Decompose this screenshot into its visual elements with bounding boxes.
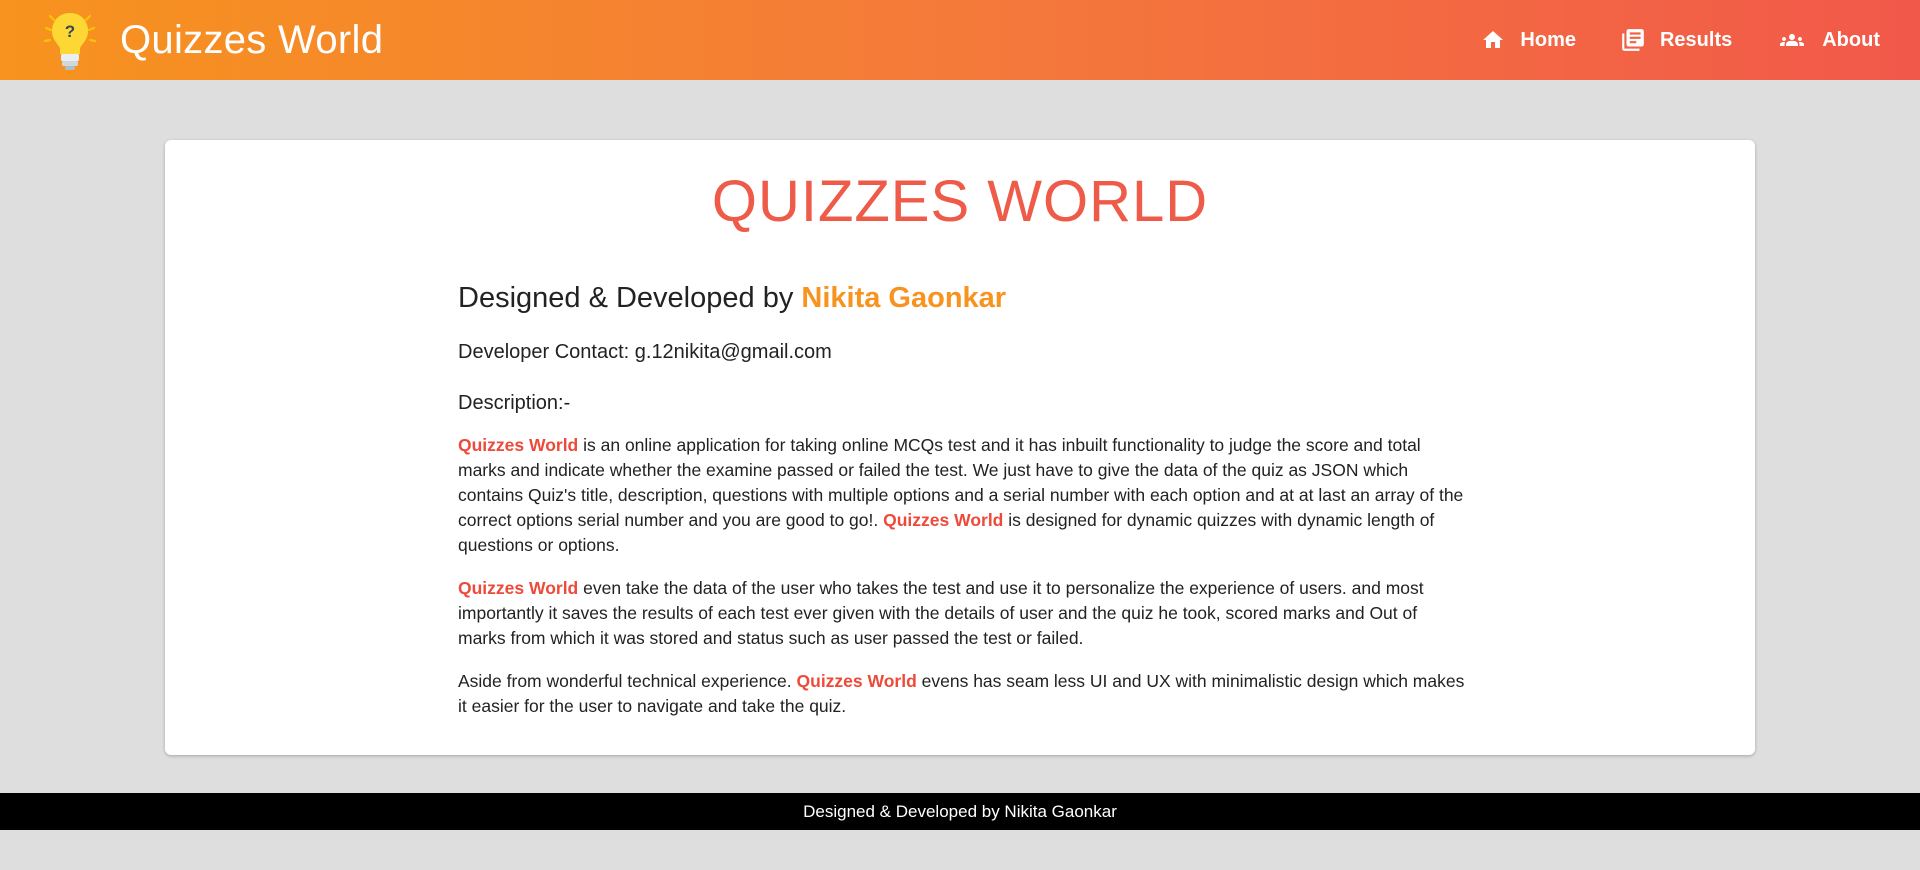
newspaper-icon bbox=[1622, 29, 1644, 51]
brand-highlight: Quizzes World bbox=[883, 510, 1004, 530]
paragraph-3-text-a: Aside from wonderful technical experienc… bbox=[458, 671, 797, 691]
home-icon bbox=[1483, 31, 1504, 48]
footer-text: Designed & Developed by Nikita Gaonkar bbox=[803, 802, 1117, 821]
nav-home-label: Home bbox=[1520, 28, 1576, 51]
brand-highlight: Quizzes World bbox=[796, 671, 917, 691]
nav-results-link[interactable]: Results bbox=[1620, 27, 1732, 53]
brand-title: Quizzes World bbox=[120, 17, 384, 62]
people-icon bbox=[1780, 34, 1805, 46]
brand-highlight: Quizzes World bbox=[458, 435, 579, 455]
description-paragraph-3: Aside from wonderful technical experienc… bbox=[458, 669, 1468, 719]
brand[interactable]: ? Quizzes World bbox=[40, 0, 383, 80]
paragraph-2-text: even take the data of the user who takes… bbox=[458, 578, 1424, 648]
nav-about-label: About bbox=[1822, 28, 1880, 51]
nav-results-label: Results bbox=[1659, 28, 1733, 51]
about-content: Designed & Developed by Nikita Gaonkar D… bbox=[458, 282, 1468, 719]
nav-about-link[interactable]: About bbox=[1776, 28, 1880, 52]
description-paragraph-2: Quizzes World even take the data of the … bbox=[458, 576, 1468, 651]
about-card: QUIZZES WORLD Designed & Developed by Ni… bbox=[165, 140, 1755, 755]
description-heading: Description:- bbox=[458, 392, 571, 414]
developer-name: Nikita Gaonkar bbox=[801, 282, 1007, 314]
developer-contact: Developer Contact: g.12nikita@gmail.com bbox=[458, 341, 832, 363]
lightbulb-question-icon: ? bbox=[43, 13, 97, 70]
brand-highlight: Quizzes World bbox=[458, 578, 579, 598]
nav-home-link[interactable]: Home bbox=[1480, 28, 1576, 52]
designed-by-heading: Designed & Developed by Nikita Gaonkar bbox=[458, 282, 1468, 315]
top-navbar: ? Quizzes World Home Results About bbox=[0, 0, 1920, 80]
page-title: QUIZZES WORLD bbox=[711, 169, 1209, 234]
nav-links: Home Results About bbox=[1436, 0, 1880, 80]
description-paragraph-1: Quizzes World is an online application f… bbox=[458, 433, 1468, 558]
page-footer: Designed & Developed by Nikita Gaonkar bbox=[0, 793, 1920, 830]
svg-text:?: ? bbox=[65, 22, 75, 41]
designed-by-prefix: Designed & Developed by bbox=[458, 282, 794, 314]
